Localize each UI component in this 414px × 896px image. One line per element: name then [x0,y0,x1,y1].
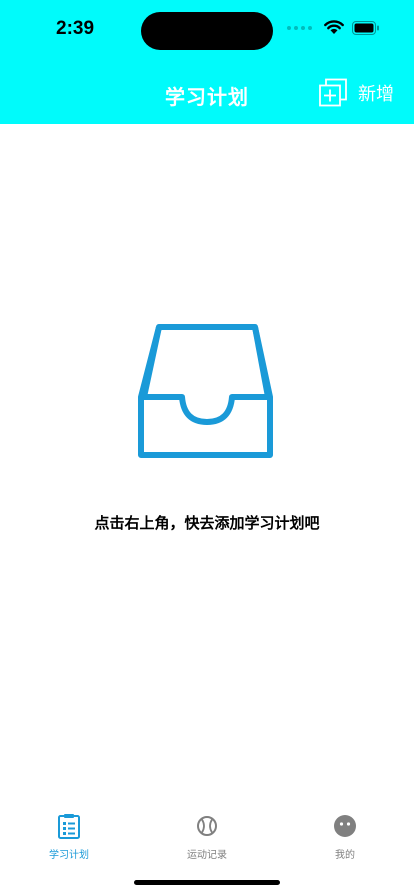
status-time: 2:39 [56,18,95,39]
tab-exercise-record[interactable]: 运动记录 [138,812,276,872]
tab-bar: 学习计划 运动记录 我的 [0,812,414,872]
add-label: 新增 [358,84,394,105]
tab-label: 学习计划 [49,850,89,861]
battery-icon [352,20,379,35]
wifi-icon [324,20,344,34]
clipboard-icon [58,814,80,839]
status-icons [287,20,380,35]
empty-inbox-icon [138,324,273,458]
add-plan-button[interactable]: 新增 [318,78,394,108]
header: 2:39 学习计划 新增 [0,0,414,124]
baseball-icon [197,816,217,836]
chat-face-icon [334,815,356,837]
tab-study-plan[interactable]: 学习计划 [0,812,138,872]
tab-mine[interactable]: 我的 [276,812,414,872]
home-indicator[interactable] [134,880,280,885]
signal-icon [287,25,312,30]
add-copy-icon [319,78,347,107]
dynamic-island [141,12,273,50]
tab-label: 运动记录 [187,850,227,861]
tab-label: 我的 [335,850,355,861]
empty-message: 点击右上角，快去添加学习计划吧 [94,514,320,532]
